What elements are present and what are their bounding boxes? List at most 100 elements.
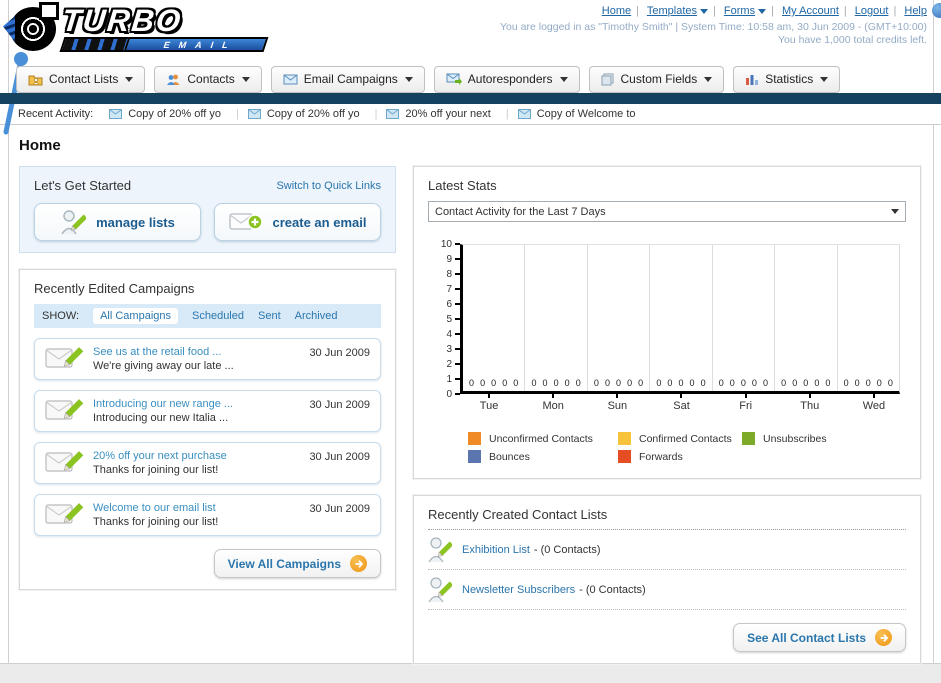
bar-value-label: 0 [627, 378, 633, 388]
chart-legend: Unconfirmed Contacts Confirmed Contacts Un… [468, 432, 906, 463]
bar-value-label: 0 [876, 378, 882, 388]
bar-value-label: 0 [502, 378, 508, 388]
top-nav-links: Home | Templates | Forms | My Account | Logo… [601, 5, 927, 17]
latest-stats-title: Latest Stats [428, 178, 497, 193]
contacts-people-icon [167, 74, 180, 85]
turbo-spiral-icon [10, 2, 59, 51]
x-tick-label: Wed [842, 394, 906, 412]
bar-value-label: 0 [854, 378, 860, 388]
top-link-templates[interactable]: Templates [647, 5, 708, 17]
latest-stats-panel: Latest Stats Contact Activity for the La… [413, 166, 921, 479]
bar-value-label: 0 [689, 378, 695, 388]
bar-value-label: 0 [616, 378, 622, 388]
bar-value-label: 0 [553, 378, 559, 388]
contact-list-link[interactable]: Newsletter Subscribers [462, 584, 575, 596]
top-link-forms[interactable]: Forms [724, 5, 767, 17]
campaign-link[interactable]: Introducing our new range ... [93, 398, 299, 410]
legend-item: Unsubscribes [742, 432, 906, 445]
bar-value-label: 0 [887, 378, 893, 388]
contact-lists-folder-icon [28, 75, 43, 85]
tab-autoresponders[interactable]: Autoresponders [433, 66, 580, 93]
chart-day-group: 00000 [525, 245, 588, 391]
chart-x-axis: Tue Mon Sun Sat Fri Thu Wed [457, 394, 906, 412]
envelope-pencil-icon [45, 399, 83, 420]
tab-email-campaigns[interactable]: Email Campaigns [270, 66, 425, 93]
contact-list-count: - (0 Contacts) [533, 543, 601, 556]
bar-value-label: 0 [593, 378, 599, 388]
recent-activity-item[interactable]: Copy of Welcome to [517, 108, 636, 120]
legend-swatch-icon [618, 450, 631, 463]
bar-value-label: 0 [513, 378, 519, 388]
stats-period-select[interactable]: Contact Activity for the Last 7 Days [428, 201, 906, 222]
envelope-pencil-icon [45, 503, 83, 524]
top-link-help[interactable]: Help [904, 5, 927, 17]
top-link-logout[interactable]: Logout [855, 5, 889, 17]
tab-custom-fields[interactable]: Custom Fields [588, 66, 725, 93]
logo-title: TURBO [60, 3, 185, 38]
help-bubble-icon[interactable] [932, 3, 941, 18]
legend-item: Confirmed Contacts [618, 432, 742, 445]
campaign-item: Introducing our new range ... Introducin… [34, 390, 381, 432]
create-email-button[interactable]: create an email [214, 203, 381, 241]
filter-sent[interactable]: Sent [258, 310, 281, 322]
recent-activity-item[interactable]: Copy of 20% off yo [109, 108, 248, 120]
campaign-link[interactable]: Welcome to our email list [93, 502, 299, 514]
top-right-block: Home | Templates | Forms | My Account | Logo… [500, 5, 927, 46]
navy-divider-bar [0, 93, 941, 104]
tab-statistics[interactable]: Statistics [733, 66, 841, 93]
campaign-date: 30 Jun 2009 [309, 347, 370, 359]
bar-value-label: 0 [825, 378, 831, 388]
bar-value-label: 0 [803, 378, 809, 388]
bar-value-label: 0 [667, 378, 673, 388]
bar-value-label: 0 [678, 378, 684, 388]
x-tick-label: Thu [778, 394, 842, 412]
view-all-campaigns-button[interactable]: View All Campaigns [213, 549, 381, 578]
envelope-icon [386, 109, 400, 119]
x-tick-label: Sat [649, 394, 713, 412]
envelope-pencil-icon [45, 347, 83, 368]
bar-value-label: 0 [781, 378, 787, 388]
campaign-link[interactable]: 20% off your next purchase [93, 450, 299, 462]
recent-activity-item[interactable]: 20% off your next [386, 108, 517, 120]
envelope-icon [109, 109, 123, 119]
tab-contacts[interactable]: Contacts [154, 66, 262, 93]
tab-contact-lists[interactable]: Contact Lists [16, 66, 146, 93]
manage-lists-button[interactable]: manage lists [34, 203, 201, 241]
campaign-item: See us at the retail food ... We're givi… [34, 338, 381, 380]
envelope-pencil-icon [45, 451, 83, 472]
contact-list-link[interactable]: Exhibition List [462, 544, 530, 556]
show-label: SHOW: [42, 310, 80, 322]
campaign-link[interactable]: See us at the retail food ... [93, 346, 299, 358]
bar-value-label: 0 [718, 378, 724, 388]
filter-archived[interactable]: Archived [295, 310, 338, 322]
recent-activity-item[interactable]: Copy of 20% off yo [247, 108, 387, 120]
page-title: Home [19, 137, 61, 154]
chart-day-group: 00000 [588, 245, 651, 391]
bar-value-label: 0 [762, 378, 768, 388]
bar-value-label: 0 [638, 378, 644, 388]
credits-info: You have 1,000 total credits left. [777, 34, 927, 46]
campaign-date: 30 Jun 2009 [309, 451, 370, 463]
x-tick-label: Mon [521, 394, 585, 412]
legend-swatch-icon [468, 432, 481, 445]
filter-scheduled[interactable]: Scheduled [192, 310, 244, 322]
top-link-my-account[interactable]: My Account [782, 5, 839, 17]
arrow-right-icon [875, 629, 892, 646]
chevron-down-icon [404, 76, 413, 82]
login-info: You are logged in as "Timothy Smith" | S… [500, 21, 927, 33]
legend-item: Forwards [618, 450, 742, 463]
campaign-subject: Introducing our new Italia ... [93, 412, 229, 424]
legend-item: Unconfirmed Contacts [468, 432, 618, 445]
bar-value-label: 0 [564, 378, 570, 388]
bar-value-label: 0 [575, 378, 581, 388]
chart-day-group: 00000 [775, 245, 838, 391]
person-pencil-icon [428, 577, 452, 603]
switch-quick-links[interactable]: Switch to Quick Links [276, 180, 381, 192]
x-tick-label: Sun [585, 394, 649, 412]
filter-all-campaigns[interactable]: All Campaigns [93, 308, 178, 324]
see-all-contact-lists-button[interactable]: See All Contact Lists [733, 623, 906, 652]
contact-activity-chart: 10 9 8 7 6 5 4 3 2 1 0 000000000000000000000000000… [434, 239, 900, 400]
top-link-home[interactable]: Home [602, 5, 631, 17]
legend-swatch-icon [618, 432, 631, 445]
main-nav: Contact Lists Contacts Email Campaigns A… [0, 62, 941, 93]
